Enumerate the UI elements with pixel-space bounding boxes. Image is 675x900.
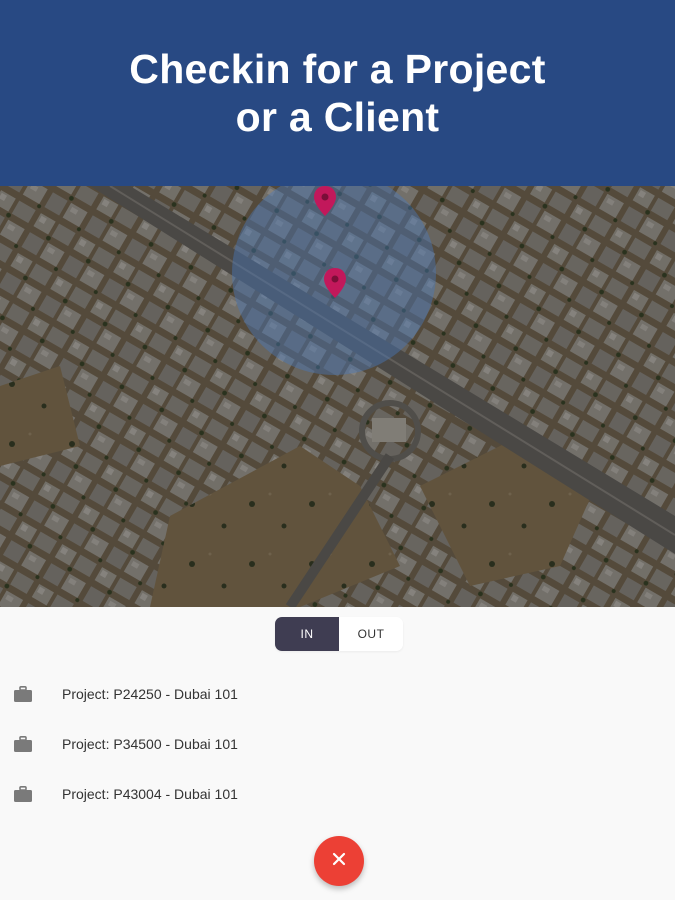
close-button[interactable] — [314, 836, 364, 886]
map-view[interactable] — [0, 186, 675, 607]
in-out-toggle[interactable]: IN OUT — [275, 617, 403, 651]
toggle-in-button[interactable]: IN — [275, 617, 339, 651]
list-item[interactable]: Project: P24250 - Dubai 101 — [0, 669, 675, 719]
list-item[interactable]: Project: P34500 - Dubai 101 — [0, 719, 675, 769]
banner-title-line-1: Checkin for a Project — [129, 46, 546, 92]
project-label: Project: P43004 - Dubai 101 — [62, 786, 238, 802]
banner-title-line-2: or a Client — [235, 94, 440, 140]
project-label: Project: P24250 - Dubai 101 — [62, 686, 238, 702]
close-icon — [332, 852, 346, 871]
briefcase-icon — [14, 786, 32, 802]
project-label: Project: P34500 - Dubai 101 — [62, 736, 238, 752]
header-banner: Checkin for a Project or a Client — [0, 0, 675, 186]
list-item[interactable]: Project: P43004 - Dubai 101 — [0, 769, 675, 819]
briefcase-icon — [14, 736, 32, 752]
toggle-out-button[interactable]: OUT — [339, 617, 403, 651]
briefcase-icon — [14, 686, 32, 702]
satellite-map[interactable] — [0, 186, 675, 607]
project-list: Project: P24250 - Dubai 101 Project: P34… — [0, 669, 675, 819]
